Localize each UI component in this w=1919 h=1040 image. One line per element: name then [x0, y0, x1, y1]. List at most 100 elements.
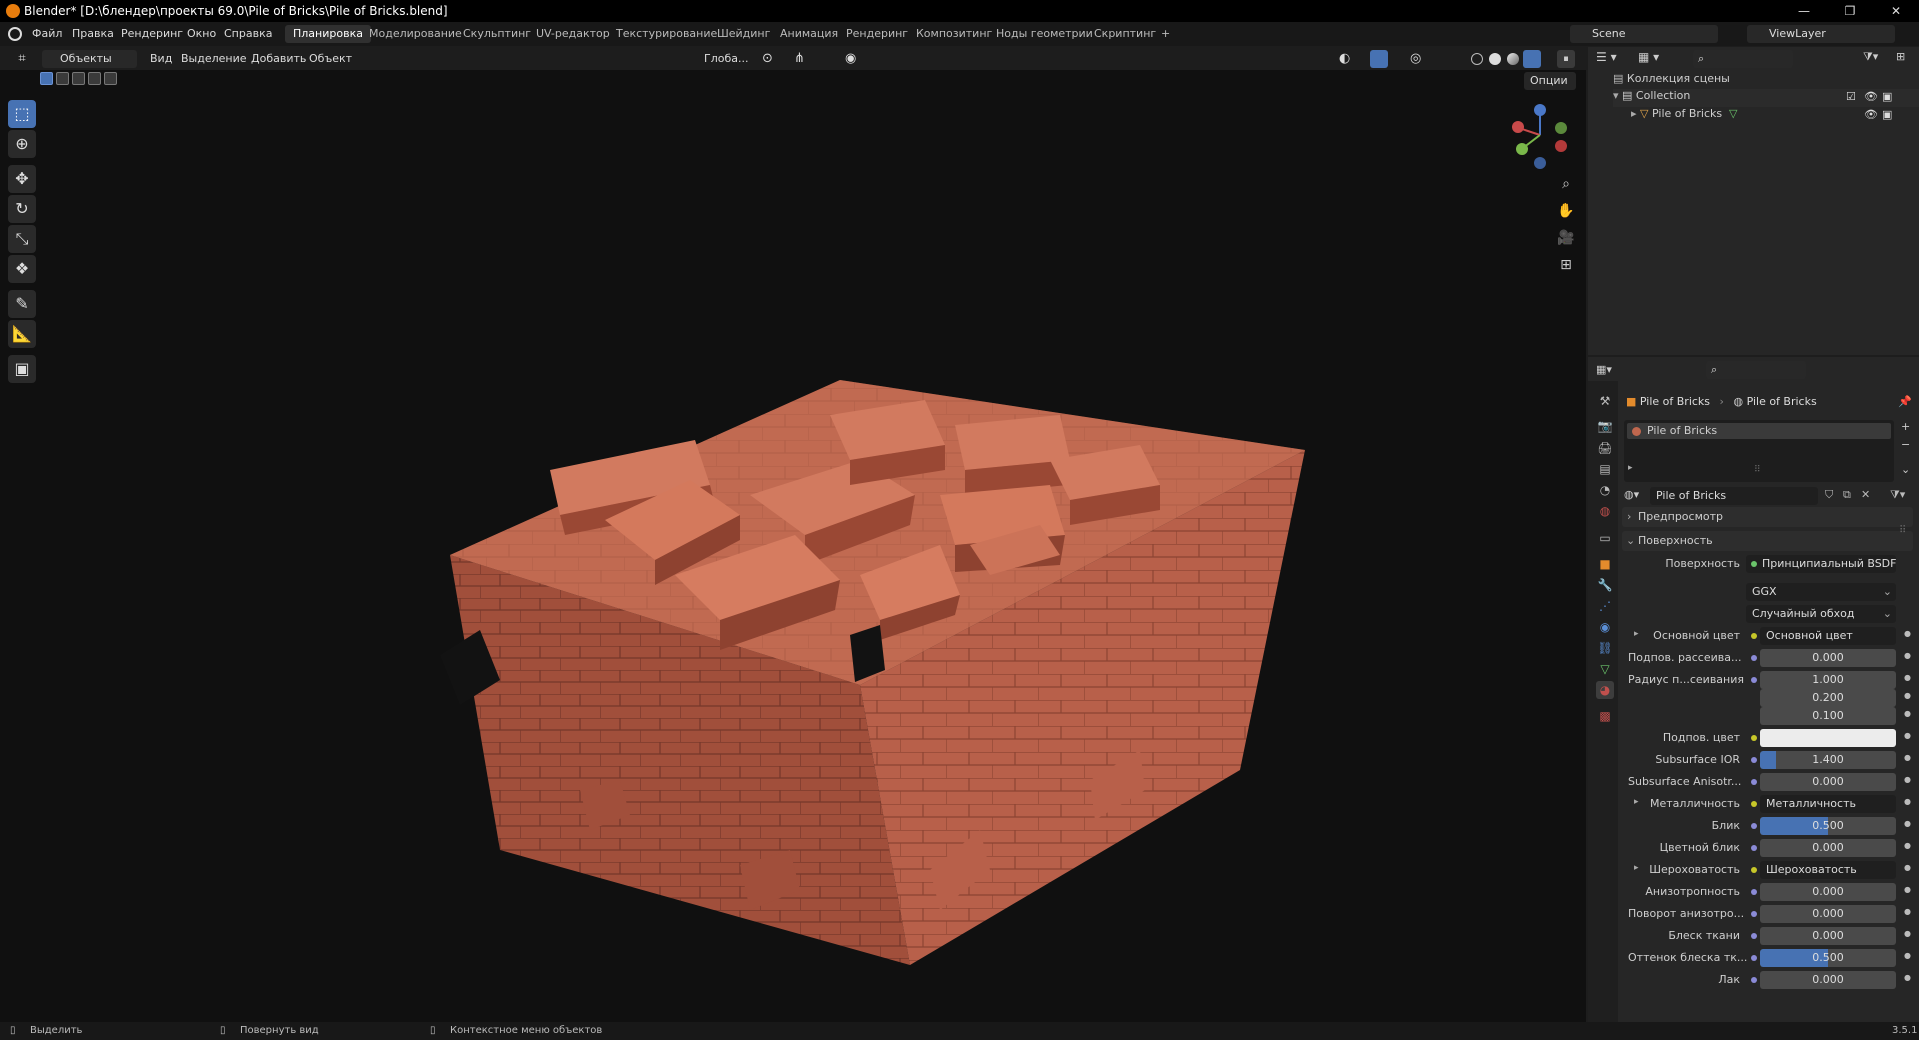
expand-arrow-icon[interactable]: ▸ [1634, 629, 1639, 639]
numeric-field[interactable]: 1.000 [1760, 671, 1896, 689]
add-cube-tool-icon[interactable]: ▣ [8, 355, 36, 383]
keyframe-dot-icon[interactable]: ● [1904, 885, 1911, 894]
select-box-tool-icon[interactable]: ⬚ [8, 100, 36, 128]
neg-x-axis-icon[interactable] [1555, 140, 1567, 152]
tab-sculpting[interactable]: Скульптинг [455, 25, 539, 43]
outliner-search-input[interactable]: ⌕ [1693, 50, 1793, 68]
socket-icon[interactable] [1751, 867, 1757, 873]
keyframe-dot-icon[interactable]: ● [1904, 797, 1911, 806]
add-workspace-button[interactable]: + [1153, 25, 1178, 43]
tab-texturing[interactable]: Текстурирование [608, 25, 725, 43]
collection-tab-icon[interactable]: ▭ [1596, 529, 1614, 547]
output-tab-icon[interactable]: 🖨 [1596, 439, 1614, 457]
brick-pile-object[interactable] [440, 310, 1320, 1010]
outliner-collection-row[interactable]: ▾ ▤ Collection ☑ 👁 ▣ [1613, 89, 1919, 107]
close-button[interactable]: ✕ [1873, 0, 1919, 22]
object-render-camera-icon[interactable]: ▣ [1882, 108, 1892, 121]
panel-drag-handle-icon[interactable]: ⠿ [1899, 525, 1906, 536]
options-dropdown[interactable]: Опции [1524, 72, 1576, 90]
modifier-tab-icon[interactable]: 🔧 [1596, 576, 1614, 594]
socket-icon[interactable] [1751, 911, 1757, 917]
socket-icon[interactable] [1751, 977, 1757, 983]
unlink-material-icon[interactable]: ✕ [1861, 488, 1870, 501]
expand-arrow-icon[interactable]: ▸ [1634, 797, 1639, 807]
material-name-field[interactable]: Pile of Bricks [1650, 487, 1818, 505]
socket-icon[interactable] [1751, 677, 1757, 683]
menu-file[interactable]: Файл [32, 27, 62, 40]
physics-tab-icon[interactable]: ◉ [1596, 618, 1614, 636]
numeric-field[interactable]: 0.000 [1760, 927, 1896, 945]
numeric-field[interactable]: 0.000 [1760, 971, 1896, 989]
rotate-tool-icon[interactable]: ↻ [8, 195, 36, 223]
tab-animation[interactable]: Анимация [772, 25, 846, 43]
keyframe-dot-icon[interactable]: ● [1904, 753, 1911, 762]
menu-edit[interactable]: Правка [72, 27, 114, 40]
menu-window[interactable]: Окно [187, 27, 216, 40]
socket-icon[interactable] [1751, 889, 1757, 895]
editor-type-icon[interactable]: ⌗ [10, 50, 34, 68]
keyframe-dot-icon[interactable]: ● [1904, 775, 1911, 784]
numeric-field[interactable]: 0.000 [1760, 839, 1896, 857]
properties-search-input[interactable]: ⌕ [1706, 361, 1806, 379]
neg-y-axis-icon[interactable] [1555, 122, 1567, 134]
tab-shading[interactable]: Шейдинг [709, 25, 778, 43]
y-axis-icon[interactable] [1516, 143, 1528, 155]
properties-editor-type-icon[interactable]: ▦▾ [1596, 363, 1612, 376]
socket-icon[interactable] [1751, 801, 1757, 807]
mode-selector[interactable]: Объекты [42, 50, 137, 68]
material-tab-icon[interactable]: ◕ [1596, 681, 1614, 699]
keyframe-dot-icon[interactable]: ● [1904, 673, 1911, 682]
view-layer-selector[interactable]: ViewLayer [1747, 25, 1895, 43]
mesh-data-icon[interactable]: ▽ [1729, 107, 1737, 120]
expand-icon[interactable]: ▸ [1628, 463, 1633, 473]
keyframe-dot-icon[interactable]: ● [1904, 819, 1911, 828]
duplicate-material-icon[interactable]: ⧉ [1843, 488, 1851, 502]
pivot-icon[interactable]: ⊙ [762, 50, 773, 68]
outliner-editor-type-icon[interactable]: ☰ ▾ [1596, 50, 1636, 68]
socket-icon[interactable] [1751, 735, 1757, 741]
transform-orientation[interactable]: Глоба... [686, 50, 748, 68]
cursor-tool-icon[interactable]: ⊕ [8, 130, 36, 158]
visibility-icon[interactable]: ◐ [1339, 50, 1350, 68]
z-axis-icon[interactable] [1534, 104, 1546, 116]
socket-icon[interactable] [1751, 655, 1757, 661]
navigation-gizmo[interactable] [1505, 100, 1575, 170]
data-tab-icon[interactable]: ▽ [1596, 660, 1614, 678]
scale-tool-icon[interactable]: ⤡ [8, 225, 36, 253]
menu-help[interactable]: Справка [224, 27, 272, 40]
numeric-field[interactable]: 0.500 [1760, 949, 1896, 967]
new-collection-icon[interactable]: ⊞ [1896, 50, 1905, 63]
keyframe-dot-icon[interactable]: ● [1904, 929, 1911, 938]
socket-icon[interactable] [1751, 633, 1757, 639]
menu-object[interactable]: Объект [309, 50, 352, 68]
keyframe-dot-icon[interactable]: ● [1904, 651, 1911, 660]
camera-icon[interactable]: 🎥 [1555, 227, 1577, 249]
menu-select[interactable]: Выделение [181, 50, 247, 68]
wireframe-shading-icon[interactable] [1471, 53, 1483, 65]
socket-icon[interactable] [1751, 955, 1757, 961]
surface-panel-header[interactable]: ⌄ Поверхность [1622, 531, 1913, 551]
linked-input-field[interactable]: Шероховатость [1760, 861, 1896, 879]
tab-rendering[interactable]: Рендеринг [838, 25, 916, 43]
pause-icon[interactable]: ⏸ [1557, 50, 1575, 68]
collection-render-camera-icon[interactable]: ▣ [1882, 90, 1892, 103]
outliner-scene-collection[interactable]: ▤ Коллекция сцены [1613, 72, 1730, 85]
tab-geometry-nodes[interactable]: Ноды геометрии [988, 25, 1101, 43]
overlay-icon[interactable]: ◎ [1410, 50, 1421, 68]
pan-hand-icon[interactable]: ✋ [1555, 200, 1577, 222]
numeric-field[interactable]: 1.400 [1760, 751, 1896, 769]
numeric-field[interactable]: 0.000 [1760, 905, 1896, 923]
preview-panel-header[interactable]: › Предпросмотр [1622, 507, 1913, 527]
solid-shading-icon[interactable] [1489, 53, 1501, 65]
zoom-icon[interactable]: ⌕ [1555, 173, 1577, 195]
measure-tool-icon[interactable]: 📐 [8, 320, 36, 348]
rendered-shading-icon[interactable] [1523, 50, 1541, 68]
object-tab-icon[interactable]: ■ [1596, 555, 1614, 573]
material-slot-item[interactable]: Pile of Bricks [1627, 423, 1891, 439]
keyframe-dot-icon[interactable]: ● [1904, 863, 1911, 872]
keyframe-dot-icon[interactable]: ● [1904, 629, 1911, 638]
numeric-field[interactable]: 0.000 [1760, 773, 1896, 791]
socket-icon[interactable] [1751, 757, 1757, 763]
slot-menu-chevron-icon[interactable]: ⌄ [1901, 463, 1910, 476]
keyframe-dot-icon[interactable]: ● [1904, 973, 1911, 982]
